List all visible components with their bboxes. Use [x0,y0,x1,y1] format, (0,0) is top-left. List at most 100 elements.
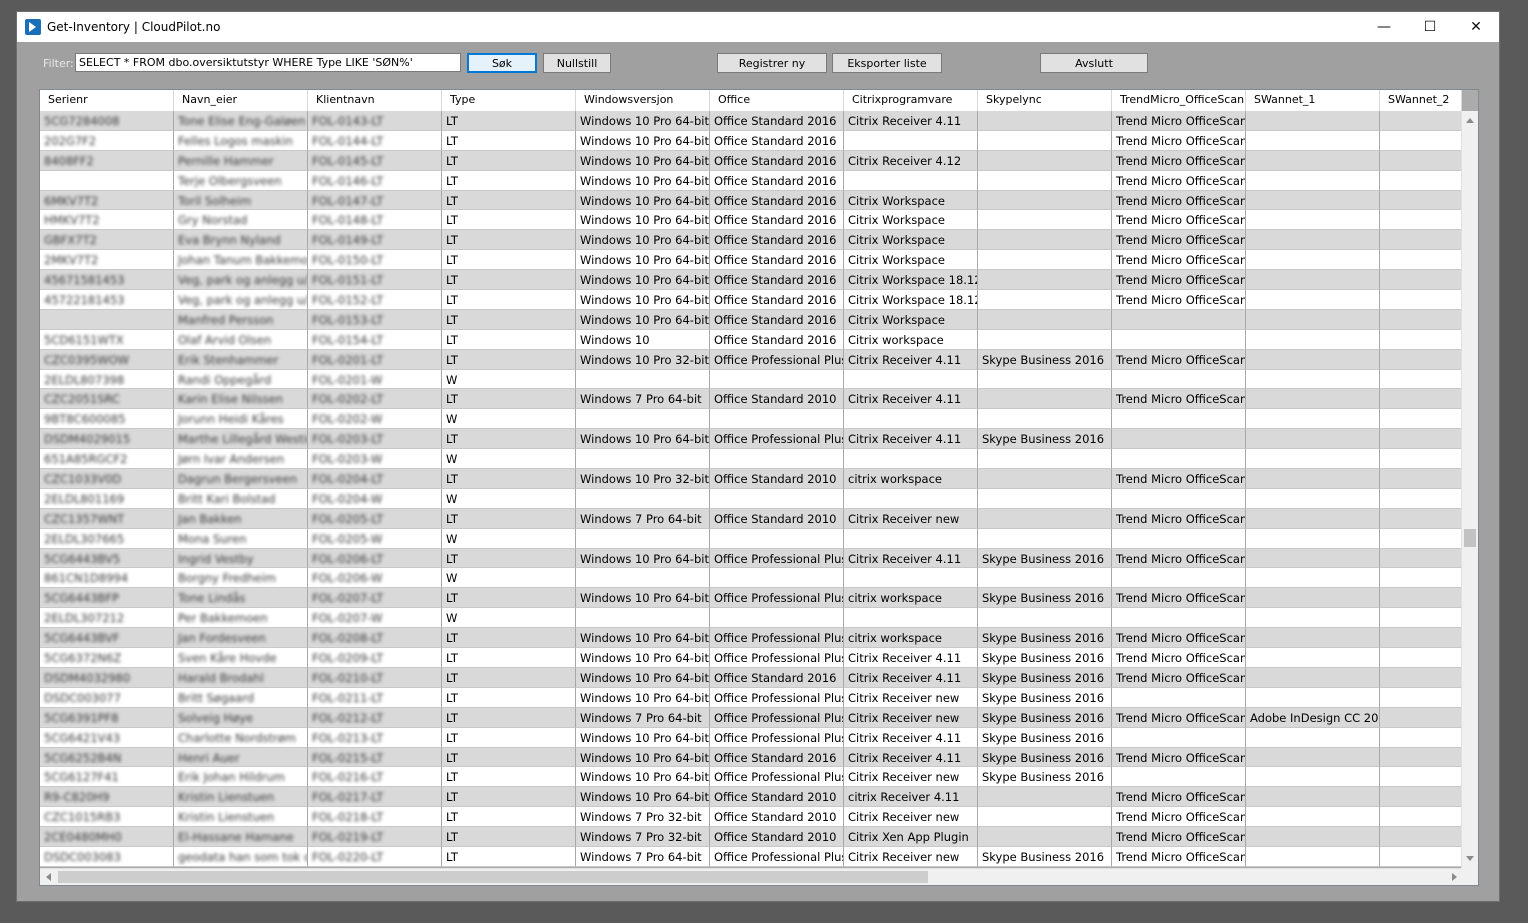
table-cell[interactable]: Office Professional Plus [710,727,844,748]
table-cell[interactable]: Toril Solheim [174,190,308,211]
table-cell[interactable]: Windows 7 Pro 64-bit [576,707,710,728]
table-cell[interactable]: Harald Brodahl [174,667,308,688]
table-cell[interactable]: Skype Business 2016 [978,747,1112,768]
table-row[interactable]: 2MKV7T2 Johan Tanum Bakkemo FOL-0150-LT LT W… [40,250,1462,271]
table-cell[interactable] [1380,827,1462,847]
table-cell[interactable]: LT [442,687,576,708]
table-cell[interactable]: Windows 10 Pro 64-bit [576,548,710,569]
table-cell[interactable]: Citrix Receiver 4.11 [844,548,978,569]
table-cell[interactable]: Trend Micro OfficeScan [1112,807,1246,828]
table-cell[interactable] [1246,329,1380,350]
table-cell[interactable]: Citrix Workspace [844,190,978,211]
table-cell[interactable]: Office Professional Plus [710,429,844,450]
table-cell[interactable] [1380,727,1462,748]
table-cell[interactable]: Adobe InDesign CC 2015 [1246,707,1380,728]
table-cell[interactable]: Windows 10 Pro 64-bit [576,130,710,151]
table-cell[interactable] [978,150,1112,171]
table-cell[interactable]: LT [442,846,576,867]
table-cell[interactable]: Trend Micro OfficeScan [1112,787,1246,808]
table-cell[interactable]: Erik Stenhammer [174,349,308,370]
table-cell[interactable]: LT [442,469,576,489]
table-cell[interactable]: Henri Auer [174,747,308,768]
table-cell[interactable]: DSDM4032980 [40,667,174,688]
table-cell[interactable]: CZC0395WOW [40,349,174,370]
table-cell[interactable]: 5CG6372N6Z [40,648,174,668]
table-cell[interactable] [844,369,978,390]
table-cell[interactable]: Skype Business 2016 [978,429,1112,450]
table-cell[interactable]: DSDC003083 [40,846,174,867]
table-cell[interactable] [576,449,710,470]
table-cell[interactable] [844,130,978,151]
table-cell[interactable] [1246,111,1380,131]
table-cell[interactable] [844,568,978,589]
table-cell[interactable]: Trend Micro OfficeScan [1112,170,1246,191]
table-cell[interactable] [1246,787,1380,808]
table-cell[interactable] [1380,747,1462,768]
table-cell[interactable]: W [442,409,576,430]
table-cell[interactable]: Office Standard 2016 [710,329,844,350]
table-cell[interactable]: LT [442,727,576,748]
table-cell[interactable] [1112,369,1246,390]
table-row[interactable]: 2ELDL307665 Mona Suren FOL-0205-W W [40,528,1462,549]
table-cell[interactable] [978,111,1112,131]
table-cell[interactable] [1112,409,1246,430]
table-cell[interactable] [1246,747,1380,768]
table-cell[interactable]: Windows 10 Pro 64-bit [576,290,710,310]
table-cell[interactable] [1112,568,1246,589]
table-row[interactable]: CZC1033V0D Dagrun Bergersveen FOL-0204-LT L… [40,469,1462,489]
table-cell[interactable]: Windows 10 Pro 64-bit [576,648,710,668]
maximize-button[interactable]: ☐ [1407,12,1453,42]
table-cell[interactable]: 8408FF2 [40,150,174,171]
table-cell[interactable]: FOL-0203-LT [308,429,442,450]
table-cell[interactable]: LT [442,170,576,191]
table-cell[interactable]: 5CG7284008 [40,111,174,131]
table-cell[interactable] [1246,548,1380,569]
table-cell[interactable] [1380,667,1462,688]
table-cell[interactable]: FOL-0204-W [308,488,442,509]
table-cell[interactable]: 2MKV7T2 [40,250,174,271]
table-cell[interactable]: FOL-0211-LT [308,687,442,708]
table-row[interactable]: CZC1015RB3 Kristin Lienstuen FOL-0218-LT LT… [40,807,1462,828]
table-row[interactable]: 5CG6421V43 Charlotte Nordstrøm FOL-0213-LT… [40,727,1462,748]
table-cell[interactable] [1246,469,1380,489]
table-cell[interactable]: Office Professional Plus [710,707,844,728]
table-cell[interactable]: Office Professional Plus [710,548,844,569]
table-cell[interactable]: Trend Micro OfficeScan [1112,548,1246,569]
table-cell[interactable] [1246,270,1380,291]
column-header-trendmicro-officescan[interactable]: TrendMicro_OfficeScan [1112,90,1246,111]
table-cell[interactable]: Skype Business 2016 [978,846,1112,867]
table-cell[interactable]: FOL-0143-LT [308,111,442,131]
column-header-navn-eier[interactable]: Navn_eier [174,90,308,111]
table-cell[interactable]: Office Standard 2010 [710,807,844,828]
table-cell[interactable]: Mona Suren [174,528,308,549]
table-cell[interactable]: FOL-0146-LT [308,170,442,191]
table-cell[interactable]: FOL-0217-LT [308,787,442,808]
table-cell[interactable]: Citrix Receiver new [844,807,978,828]
table-cell[interactable]: Citrix Receiver new [844,767,978,788]
table-cell[interactable]: Trend Micro OfficeScan [1112,210,1246,231]
table-cell[interactable]: 2ELDL307212 [40,608,174,629]
table-cell[interactable]: Office Professional Plus [710,628,844,649]
table-cell[interactable]: 2ELDL307665 [40,528,174,549]
table-row[interactable]: CZC2051SRC Karin Elise Nilssen FOL-0202-LT… [40,389,1462,410]
table-cell[interactable]: FOL-0206-W [308,568,442,589]
table-cell[interactable]: LT [442,250,576,271]
table-cell[interactable]: Manfred Persson [174,309,308,330]
table-cell[interactable]: citrix Receiver 4.11 [844,787,978,808]
export-list-button[interactable]: Eksporter liste [832,53,942,73]
table-cell[interactable]: FOL-0153-LT [308,309,442,330]
table-cell[interactable]: Office Standard 2016 [710,210,844,231]
table-cell[interactable]: FOL-0216-LT [308,767,442,788]
table-cell[interactable] [1380,250,1462,271]
table-cell[interactable]: CZC1357WNT [40,508,174,529]
table-cell[interactable]: Office Professional Plus [710,767,844,788]
table-cell[interactable]: Windows 7 Pro 64-bit [576,846,710,867]
table-cell[interactable]: 5CD6151WTX [40,329,174,350]
table-cell[interactable]: Windows 10 Pro 64-bit [576,628,710,649]
table-cell[interactable]: citrix workspace [844,469,978,489]
table-cell[interactable] [1380,628,1462,649]
table-cell[interactable]: Skype Business 2016 [978,628,1112,649]
table-cell[interactable] [576,409,710,430]
table-cell[interactable] [1246,449,1380,470]
table-cell[interactable]: Ingrid Vestby [174,548,308,569]
